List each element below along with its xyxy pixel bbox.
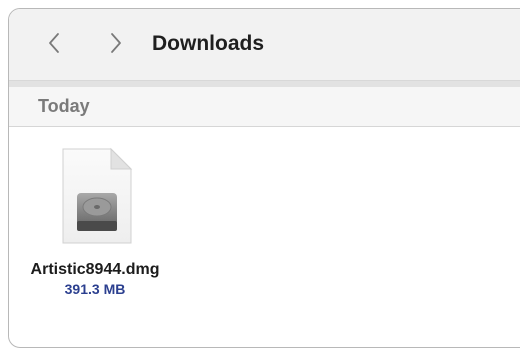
file-item[interactable]: Artistic8944.dmg 391.3 MB [15, 147, 175, 297]
forward-button[interactable] [103, 31, 127, 55]
file-grid: Artistic8944.dmg 391.3 MB [9, 127, 520, 337]
disk-image-file-icon [62, 147, 133, 244]
section-title: Today [38, 96, 90, 116]
toolbar: Downloads [9, 9, 520, 81]
file-name: Artistic8944.dmg [30, 261, 160, 278]
chevron-right-icon [111, 33, 121, 53]
window-title: Downloads [152, 32, 265, 55]
finder-window: Downloads Today Artistic8944.dmg 391.3 M… [8, 8, 520, 348]
file-size: 391.3 MB [64, 281, 126, 297]
section-header-today: Today [9, 87, 520, 127]
back-button[interactable] [43, 31, 67, 55]
chevron-left-icon [49, 33, 59, 53]
